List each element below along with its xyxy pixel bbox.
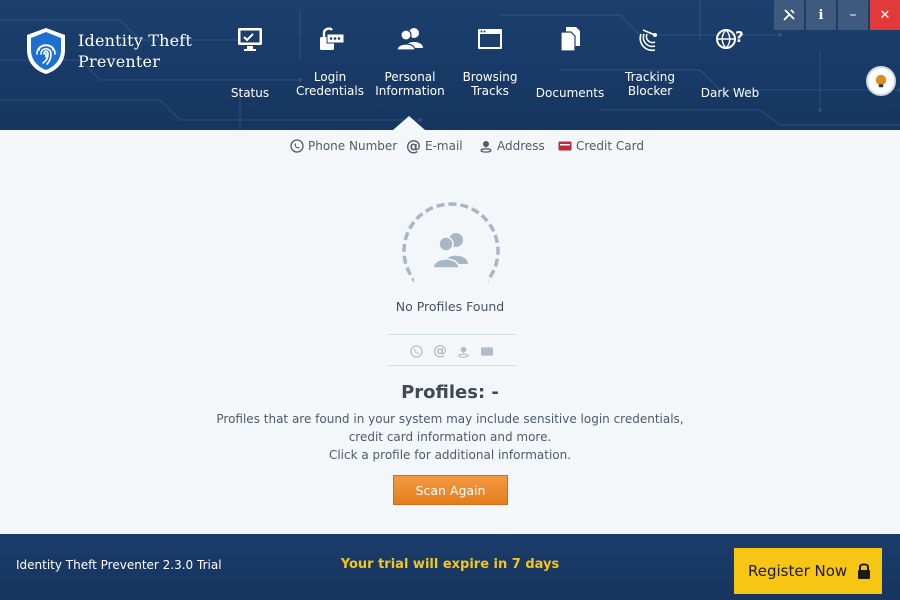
info-button[interactable]: i [806, 0, 836, 30]
lock-icon [858, 563, 871, 579]
documents-icon [560, 27, 580, 52]
nav-label: Status [230, 86, 270, 100]
nav-label-line-2: Blocker [627, 84, 673, 98]
at-icon: @ [406, 137, 421, 155]
subtab-credit-card[interactable]: Credit Card [558, 136, 644, 156]
trial-notice: Your trial will expire in 7 days [340, 557, 560, 572]
credit-card-icon [558, 141, 572, 151]
brand-line-1: Identity Theft [78, 31, 193, 50]
info-type-tabs: Phone Number @ E-mail Address Credit Car… [0, 136, 900, 156]
nav-personal-information[interactable]: Personal Information [370, 0, 450, 130]
nav-label-line-1: Personal [384, 70, 436, 84]
info-icon: i [818, 7, 824, 23]
tools-button[interactable] [774, 0, 804, 30]
nav-dark-web[interactable]: ? Dark Web [690, 0, 770, 130]
svg-text:?: ? [735, 28, 744, 46]
nav-label-line-1: Browsing [462, 70, 518, 84]
phone-icon [410, 344, 423, 358]
profiles-count-heading: Profiles: - [401, 382, 499, 403]
users-icon [396, 28, 423, 51]
nav-label-line-1: Tracking [625, 70, 675, 84]
tips-button[interactable] [866, 66, 896, 96]
nav-login-credentials[interactable]: Login Credentials [290, 0, 370, 130]
radar-icon [639, 29, 657, 52]
nav-label: Browsing Tracks [450, 70, 530, 98]
location-pin-icon [480, 141, 492, 153]
app-footer: Identity Theft Preventer 2.3.0 Trial You… [0, 534, 900, 600]
subtab-phone-number[interactable]: Phone Number [290, 136, 397, 156]
nav-label-line-2: Tracks [471, 84, 509, 98]
active-tab-caret [393, 116, 425, 130]
nav-label-line-1: Login [313, 70, 347, 84]
subtab-email[interactable]: @ E-mail [406, 136, 463, 156]
globe-question-icon: ? [716, 28, 744, 49]
subtab-label: Address [497, 139, 545, 153]
description-line: Profiles that are found in your system m… [216, 412, 684, 426]
description-line: credit card information and more. [348, 430, 552, 444]
minimize-icon: – [849, 7, 857, 23]
empty-state-text: No Profiles Found [395, 299, 505, 314]
nav-browsing-tracks[interactable]: Browsing Tracks [450, 0, 530, 130]
phone-icon [290, 139, 304, 153]
nav-label: Documents [535, 86, 605, 100]
app-header: Identity Theft Preventer Status Login Cr… [0, 0, 900, 130]
nav-status[interactable]: Status [210, 0, 290, 130]
close-icon: ✕ [879, 7, 891, 23]
nav-documents[interactable]: Documents [530, 0, 610, 130]
nav-label: Tracking Blocker [610, 70, 690, 98]
brand-line-2: Preventer [78, 52, 161, 71]
location-pin-icon [458, 346, 469, 358]
profile-type-icons: @ [388, 341, 516, 361]
credit-card-icon [481, 346, 493, 356]
nav-label: Personal Information [370, 70, 450, 98]
at-icon: @ [433, 343, 447, 359]
users-placeholder-icon [432, 233, 468, 269]
version-text: Identity Theft Preventer 2.3.0 Trial [16, 558, 222, 572]
subtab-label: E-mail [425, 139, 463, 153]
scan-again-button[interactable]: Scan Again [393, 475, 508, 505]
subtab-label: Credit Card [576, 139, 644, 153]
divider [388, 334, 516, 335]
subtab-address[interactable]: Address [479, 136, 545, 156]
nav-label-line-2: Credentials [295, 84, 364, 98]
lock-password-icon [320, 27, 345, 50]
description-line: Click a profile for additional informati… [328, 448, 572, 462]
nav-label-line-2: Information [375, 84, 445, 98]
browser-window-icon [478, 29, 502, 49]
monitor-icon [238, 28, 262, 51]
subtab-label: Phone Number [308, 139, 398, 153]
brand-name: Identity Theft Preventer [78, 30, 192, 72]
divider [388, 365, 516, 366]
close-button[interactable]: ✕ [870, 0, 900, 30]
nav-label: Login Credentials [290, 70, 370, 98]
register-label: Register Now [748, 562, 848, 580]
shield-fingerprint-logo [27, 28, 65, 74]
tools-icon [783, 9, 795, 21]
lightbulb-icon [875, 74, 887, 88]
nav-tracking-blocker[interactable]: Tracking Blocker [610, 0, 690, 130]
nav-label: Dark Web [700, 86, 760, 100]
register-now-button[interactable]: Register Now [734, 548, 882, 594]
minimize-button[interactable]: – [838, 0, 868, 30]
